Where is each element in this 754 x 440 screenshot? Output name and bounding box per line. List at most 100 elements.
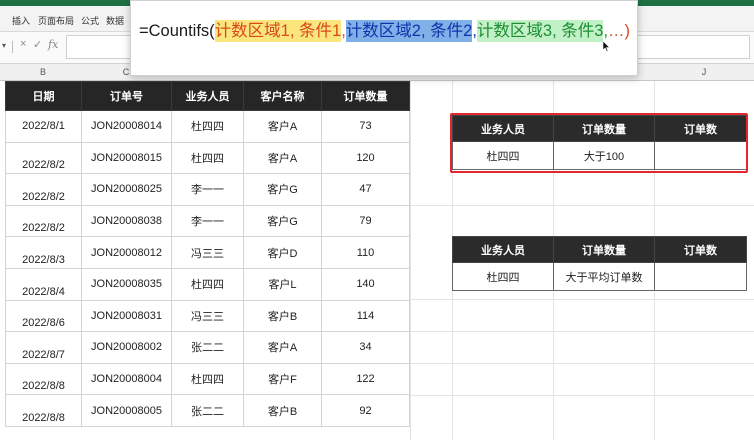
syntax-criteria-2: 条件2	[425, 20, 473, 42]
grid-line	[410, 205, 754, 206]
header-quantity[interactable]: 订单数量	[321, 81, 410, 111]
criteria-table-2: 业务人员 订单数量 订单数 杜四四 大于平均订单数	[452, 236, 747, 291]
formula-bar-separator	[12, 41, 13, 53]
cell-quantity[interactable]: 140	[321, 267, 410, 301]
cell-quantity[interactable]: 92	[321, 394, 410, 427]
cell-salesperson[interactable]: 杜四四	[171, 141, 244, 175]
syntax-criteria-3: 条件3	[556, 20, 604, 42]
criteria-result-cell[interactable]	[654, 262, 747, 291]
cell-order-id[interactable]: JON20008035	[81, 267, 172, 301]
cell-customer[interactable]: 客户G	[243, 204, 322, 238]
grid-line	[410, 363, 754, 364]
table-row: 2022/8/2 JON20008015 杜四四 客户A 120	[5, 141, 410, 175]
table-row: 2022/8/8 JON20008004 杜四四 客户F 122	[5, 362, 410, 396]
cell-order-id[interactable]: JON20008025	[81, 173, 172, 206]
cell-customer[interactable]: 客户A	[243, 141, 322, 175]
menu-data[interactable]: 数据	[106, 14, 124, 27]
cell-date[interactable]: 2022/8/2	[5, 141, 82, 175]
cell-customer[interactable]: 客户F	[243, 362, 322, 396]
countifs-syntax: =Countifs(计数区域1, 条件1,计数区域2, 条件2,计数区域3, 条…	[139, 17, 630, 42]
cell-salesperson[interactable]: 杜四四	[171, 110, 244, 143]
column-header-b[interactable]: B	[5, 67, 81, 77]
namebox-dropdown-icon[interactable]: ▾	[2, 40, 10, 52]
cell-quantity[interactable]: 110	[321, 236, 410, 269]
cell-quantity[interactable]: 120	[321, 141, 410, 175]
cell-date[interactable]: 2022/8/8	[5, 362, 82, 396]
cell-salesperson[interactable]: 李一一	[171, 204, 244, 238]
menu-page-layout[interactable]: 页面布局	[38, 14, 74, 27]
table-row: 2022/8/4 JON20008035 杜四四 客户L 140	[5, 267, 410, 301]
cell-date[interactable]: 2022/8/4	[5, 267, 82, 301]
cell-customer[interactable]: 客户D	[243, 236, 322, 269]
table-row: 2022/8/2 JON20008038 李一一 客户G 79	[5, 204, 410, 238]
syntax-criteria-1: 条件1	[294, 20, 342, 42]
table-row: 2022/8/6 JON20008031 冯三三 客户B 114	[5, 299, 410, 333]
cell-salesperson[interactable]: 冯三三	[171, 299, 244, 333]
cell-date[interactable]: 2022/8/1	[5, 110, 82, 143]
cell-order-id[interactable]: JON20008014	[81, 110, 172, 143]
confirm-icon[interactable]: ✓	[33, 38, 42, 51]
insert-function-icon[interactable]: fx	[48, 38, 58, 51]
table-row: 2022/8/3 JON20008012 冯三三 客户D 110	[5, 236, 410, 269]
cell-order-id[interactable]: JON20008031	[81, 299, 172, 333]
cell-salesperson[interactable]: 冯三三	[171, 236, 244, 269]
cell-date[interactable]: 2022/8/3	[5, 236, 82, 269]
cell-date[interactable]: 2022/8/7	[5, 331, 82, 364]
header-order-id[interactable]: 订单号	[81, 81, 172, 111]
cell-customer[interactable]: 客户A	[243, 110, 322, 143]
grid-line	[410, 331, 754, 332]
criteria-header-salesperson[interactable]: 业务人员	[452, 236, 554, 263]
criteria-quantity-condition[interactable]: 大于平均订单数	[553, 262, 655, 291]
cell-customer[interactable]: 客户L	[243, 267, 322, 301]
syntax-range-3: 计数区域3,	[476, 20, 557, 42]
table-row: 2022/8/1 JON20008014 杜四四 客户A 73	[5, 110, 410, 143]
cell-quantity[interactable]: 79	[321, 204, 410, 238]
criteria-header-quantity[interactable]: 订单数量	[553, 236, 655, 263]
cell-customer[interactable]: 客户B	[243, 299, 322, 333]
cell-salesperson[interactable]: 李一一	[171, 173, 244, 206]
cell-salesperson[interactable]: 杜四四	[171, 267, 244, 301]
cell-date[interactable]: 2022/8/6	[5, 299, 82, 333]
criteria-header-order-count[interactable]: 订单数	[654, 236, 747, 263]
cell-quantity[interactable]: 122	[321, 362, 410, 396]
cell-quantity[interactable]: 34	[321, 331, 410, 364]
cell-order-id[interactable]: JON20008015	[81, 141, 172, 175]
criteria-salesperson[interactable]: 杜四四	[452, 262, 554, 291]
formula-syntax-popup: =Countifs(计数区域1, 条件1,计数区域2, 条件2,计数区域3, 条…	[130, 0, 638, 76]
cell-order-id[interactable]: JON20008002	[81, 331, 172, 364]
cancel-icon[interactable]: ×	[20, 38, 26, 50]
syntax-range-1: 计数区域1,	[214, 20, 295, 42]
cell-order-id[interactable]: JON20008038	[81, 204, 172, 238]
cell-order-id[interactable]: JON20008005	[81, 394, 172, 427]
grid-line	[410, 81, 411, 440]
cell-customer[interactable]: 客户A	[243, 331, 322, 364]
orders-header-row: 日期 订单号 业务人员 客户名称 订单数量	[5, 81, 410, 111]
column-header-j[interactable]: J	[654, 67, 754, 77]
cell-quantity[interactable]: 73	[321, 110, 410, 143]
orders-table: 日期 订单号 业务人员 客户名称 订单数量 2022/8/1 JON200080…	[5, 81, 410, 427]
menu-formulas[interactable]: 公式	[81, 14, 99, 27]
criteria-header-row: 业务人员 订单数量 订单数	[452, 236, 747, 263]
table-row: 2022/8/2 JON20008025 李一一 客户G 47	[5, 173, 410, 206]
grid-line	[410, 395, 754, 396]
cell-date[interactable]: 2022/8/2	[5, 204, 82, 238]
cell-order-id[interactable]: JON20008012	[81, 236, 172, 269]
table-row: 2022/8/8 JON20008005 张二二 客户B 92	[5, 394, 410, 427]
menu-insert[interactable]: 插入	[12, 14, 30, 27]
syntax-prefix: =Countifs(	[139, 22, 215, 40]
cell-date[interactable]: 2022/8/8	[5, 394, 82, 427]
cell-quantity[interactable]: 114	[321, 299, 410, 333]
highlight-outline	[450, 113, 748, 173]
table-row: 2022/8/7 JON20008002 张二二 客户A 34	[5, 331, 410, 364]
header-customer[interactable]: 客户名称	[243, 81, 322, 111]
cell-salesperson[interactable]: 杜四四	[171, 362, 244, 396]
header-date[interactable]: 日期	[5, 81, 82, 111]
cell-order-id[interactable]: JON20008004	[81, 362, 172, 396]
cell-salesperson[interactable]: 张二二	[171, 331, 244, 364]
cell-customer[interactable]: 客户G	[243, 173, 322, 206]
cell-date[interactable]: 2022/8/2	[5, 173, 82, 206]
cell-customer[interactable]: 客户B	[243, 394, 322, 427]
header-salesperson[interactable]: 业务人员	[171, 81, 244, 111]
cell-salesperson[interactable]: 张二二	[171, 394, 244, 427]
cell-quantity[interactable]: 47	[321, 173, 410, 206]
